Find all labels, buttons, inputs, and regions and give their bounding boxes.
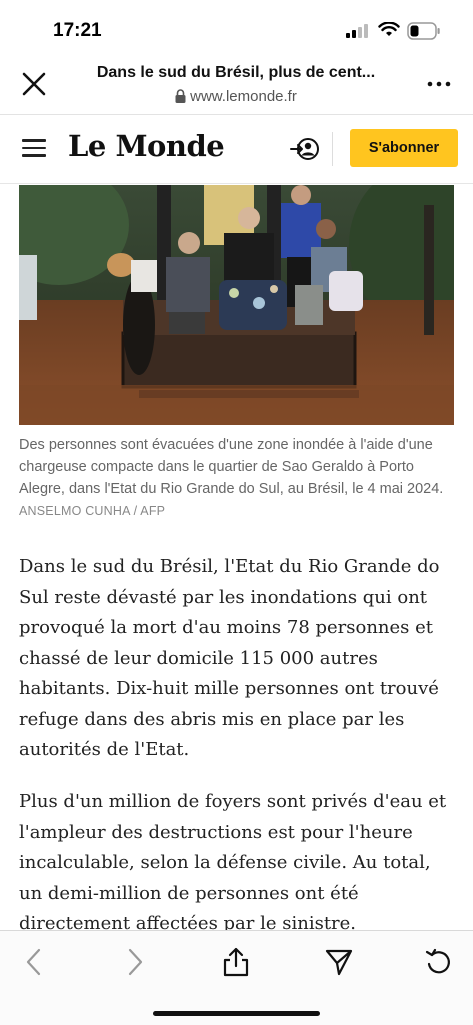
home-indicator (153, 1011, 320, 1016)
url-text: www.lemonde.fr (190, 88, 297, 105)
menu-icon[interactable] (22, 139, 46, 157)
wifi-icon (378, 22, 400, 36)
status-time: 17:21 (53, 20, 102, 41)
chevron-left-icon (26, 948, 41, 976)
share-button[interactable] (219, 945, 253, 979)
share-icon (223, 947, 249, 977)
browser-toolbar (0, 930, 473, 1025)
site-header: Le Monde S'abonner (0, 115, 473, 184)
send-button[interactable] (322, 945, 356, 979)
lock-icon (175, 89, 186, 103)
send-icon (325, 949, 353, 976)
url-display[interactable]: www.lemonde.fr (66, 88, 406, 105)
subscribe-button[interactable]: S'abonner (350, 129, 458, 167)
account-login-icon[interactable] (290, 135, 320, 163)
caption-text: Des personnes sont évacuées d'une zone i… (19, 437, 444, 497)
site-logo[interactable]: Le Monde (68, 129, 225, 163)
close-icon[interactable] (18, 68, 50, 100)
header-divider (332, 132, 333, 166)
photo-credit: ANSELMO CUNHA / AFP (19, 504, 166, 518)
more-icon[interactable] (424, 70, 454, 98)
browser-top-bar: Dans le sud du Brésil, plus de cent... w… (0, 56, 473, 115)
photo-caption: Des personnes sont évacuées d'une zone i… (19, 434, 459, 522)
page-title: Dans le sud du Brésil, plus de cent... (96, 64, 376, 81)
status-bar: 17:21 (0, 0, 473, 56)
flood-evacuation-image (19, 185, 454, 425)
back-button[interactable] (17, 945, 51, 979)
forward-button[interactable] (118, 945, 152, 979)
article-paragraph: Plus d'un million de foyers sont privés … (19, 791, 447, 934)
cellular-signal-icon (346, 24, 368, 38)
reload-button[interactable] (422, 945, 456, 979)
article-paragraph: Dans le sud du Brésil, l'Etat du Rio Gra… (19, 556, 440, 760)
reload-icon (425, 948, 450, 974)
article-photo (19, 185, 454, 425)
chevron-right-icon (128, 948, 143, 976)
battery-icon (407, 22, 440, 40)
